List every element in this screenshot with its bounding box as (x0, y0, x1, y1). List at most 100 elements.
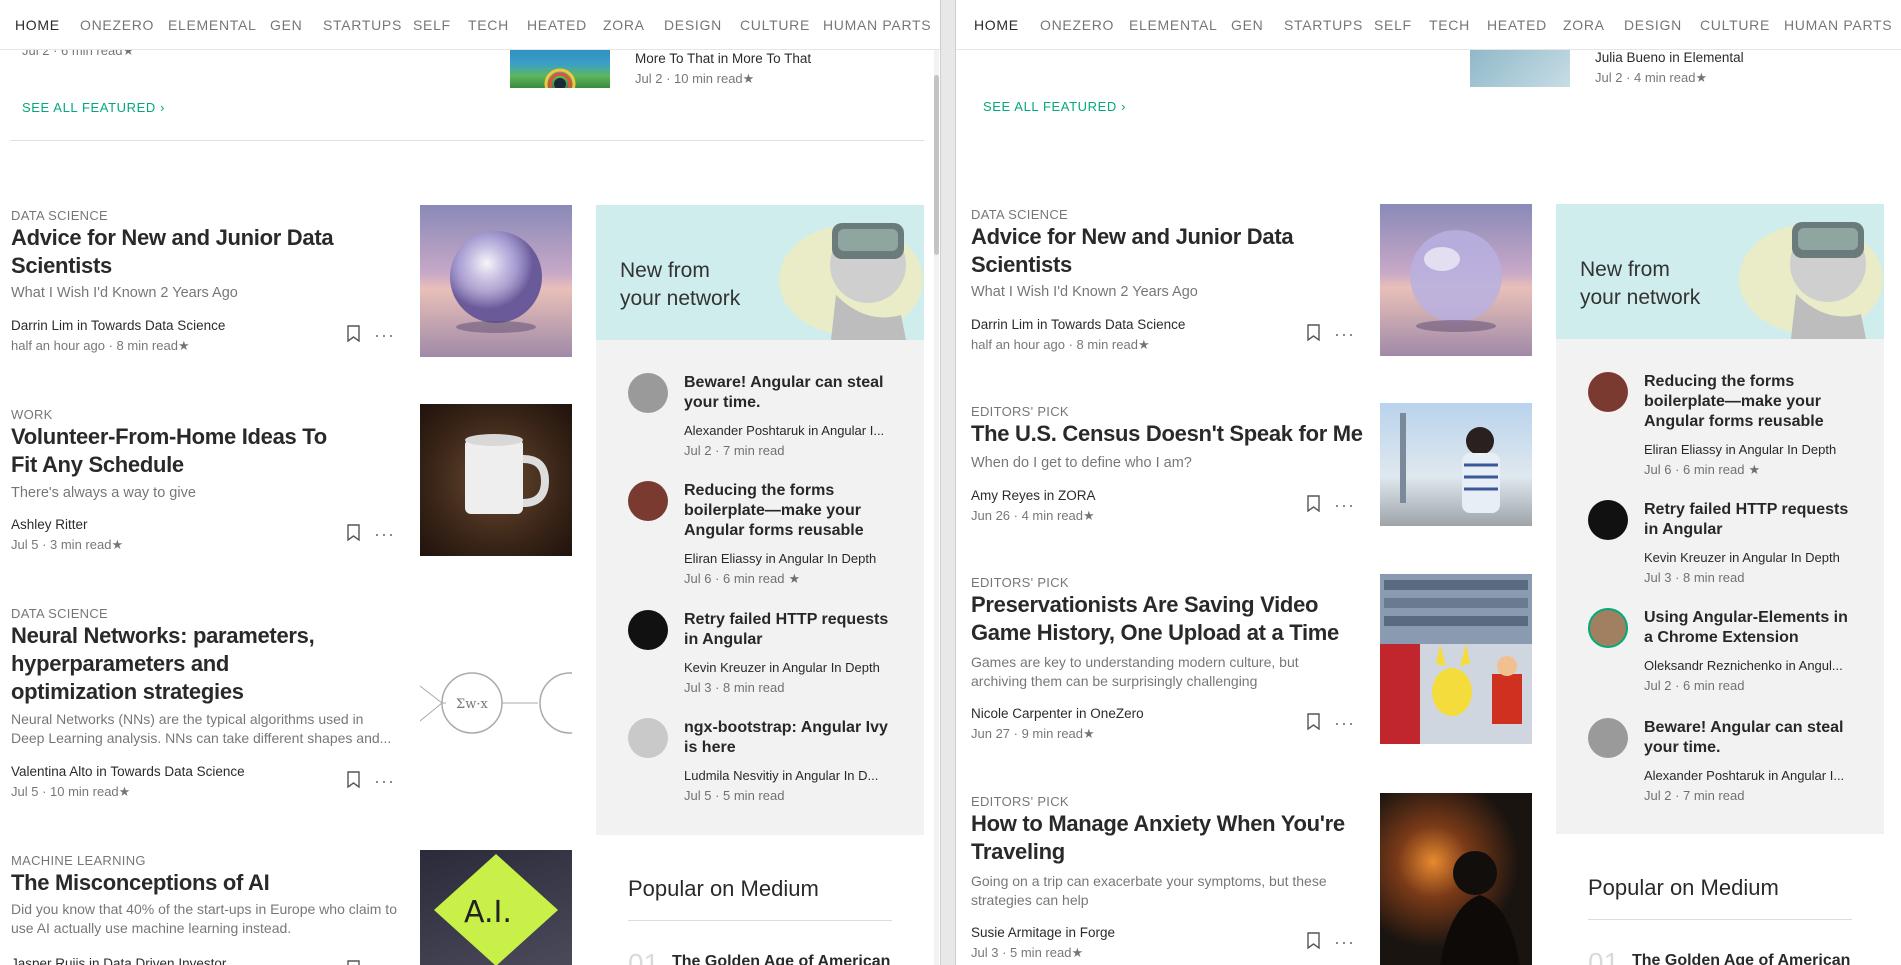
network-item-title[interactable]: Retry failed HTTP requests in Angular (1644, 500, 1854, 540)
featured-thumbnail[interactable] (1470, 48, 1570, 87)
article-author[interactable]: Darrin Lim in Towards Data Science (11, 318, 225, 333)
more-options-icon[interactable]: ··· (374, 772, 395, 790)
bookmark-icon[interactable] (1307, 495, 1320, 512)
nav-culture[interactable]: CULTURE (1700, 17, 1770, 33)
featured-author[interactable]: More To That in More To That (635, 51, 811, 66)
nav-elemental[interactable]: ELEMENTAL (168, 17, 257, 33)
article-thumbnail[interactable] (1380, 574, 1532, 744)
article-title[interactable]: Neural Networks: parameters, hyperparame… (11, 622, 351, 706)
nav-onezero[interactable]: ONEZERO (80, 17, 154, 33)
article-thumbnail[interactable] (1380, 403, 1532, 526)
article-title[interactable]: Advice for New and Junior Data Scientist… (971, 223, 1311, 279)
nav-self[interactable]: SELF (413, 17, 451, 33)
article-author[interactable]: Nicole Carpenter in OneZero (971, 706, 1144, 721)
featured-author[interactable]: Julia Bueno in Elemental (1595, 50, 1744, 65)
nav-elemental[interactable]: ELEMENTAL (1129, 17, 1218, 33)
article-thumbnail[interactable] (420, 404, 572, 556)
nav-onezero[interactable]: ONEZERO (1040, 17, 1114, 33)
bookmark-icon[interactable] (1307, 932, 1320, 949)
nav-tech[interactable]: TECH (468, 17, 509, 33)
article-author[interactable]: Darrin Lim in Towards Data Science (971, 317, 1185, 332)
article-thumbnail[interactable] (420, 205, 572, 357)
article-meta: Jun 26 · 4 min read★ (971, 508, 1095, 523)
network-item-title[interactable]: ngx-bootstrap: Angular Ivy is here (684, 718, 894, 758)
network-item-meta: Jul 6 · 6 min read ★ (1644, 462, 1761, 477)
article-author[interactable]: Valentina Alto in Towards Data Science (11, 764, 245, 779)
crystal-ball-image (1410, 230, 1502, 332)
network-item-title[interactable]: Reducing the forms boilerplate—make your… (684, 481, 894, 541)
article-title[interactable]: Advice for New and Junior Data Scientist… (11, 224, 351, 280)
more-options-icon[interactable]: ··· (374, 525, 395, 543)
network-item-author[interactable]: Alexander Poshtaruk in Angular I... (684, 423, 894, 438)
article-title[interactable]: How to Manage Anxiety When You're Travel… (971, 810, 1351, 866)
nav-zora[interactable]: ZORA (1563, 17, 1605, 33)
article-title[interactable]: The U.S. Census Doesn't Speak for Me (971, 420, 1391, 448)
bookmark-icon[interactable] (347, 325, 360, 342)
network-item-author[interactable]: Alexander Poshtaruk in Angular I... (1644, 768, 1854, 783)
nav-home[interactable]: HOME (974, 17, 1019, 33)
article-kicker: EDITORS' PICK (971, 575, 1069, 590)
network-item-author[interactable]: Eliran Eliassy in Angular In Depth (1644, 442, 1854, 457)
nav-self[interactable]: SELF (1374, 17, 1412, 33)
bookmark-icon[interactable] (347, 524, 360, 541)
nav-zora[interactable]: ZORA (603, 17, 645, 33)
more-options-icon[interactable]: ··· (1334, 325, 1355, 343)
avatar (1588, 718, 1628, 758)
network-item-title[interactable]: Retry failed HTTP requests in Angular (684, 610, 894, 650)
article-author[interactable]: Jasper Ruijs in Data Driven Investor (11, 956, 226, 965)
article-subtitle: What I Wish I'd Known 2 Years Ago (971, 284, 1198, 300)
network-item-title[interactable]: Beware! Angular can steal your time. (684, 373, 894, 413)
nav-design[interactable]: DESIGN (664, 17, 722, 33)
bookmark-icon[interactable] (1307, 713, 1320, 730)
more-options-icon[interactable]: ··· (1334, 496, 1355, 514)
article-author[interactable]: Susie Armitage in Forge (971, 925, 1115, 940)
popular-title[interactable]: The Golden Age of American (672, 953, 890, 965)
popular-heading: Popular on Medium (1588, 875, 1779, 900)
bookmark-icon[interactable] (347, 771, 360, 788)
nav-human-parts[interactable]: HUMAN PARTS (823, 17, 931, 33)
article-author[interactable]: Ashley Ritter (11, 517, 88, 532)
featured-thumbnail[interactable] (510, 48, 610, 88)
article-subtitle: There's always a way to give (11, 485, 196, 501)
nav-startups[interactable]: STARTUPS (323, 17, 402, 33)
network-item-author[interactable]: Oleksandr Reznichenko in Angul... (1644, 658, 1854, 673)
article-thumbnail[interactable]: Σw·x (420, 651, 572, 756)
nav-home[interactable]: HOME (15, 17, 60, 33)
crystal-ball-image (450, 231, 542, 333)
bookmark-icon[interactable] (347, 960, 360, 965)
nav-startups[interactable]: STARTUPS (1284, 17, 1363, 33)
network-item-author[interactable]: Kevin Kreuzer in Angular In Depth (1644, 550, 1854, 565)
article-title[interactable]: Preservationists Are Saving Video Game H… (971, 591, 1371, 647)
network-item-title[interactable]: Beware! Angular can steal your time. (1644, 718, 1854, 758)
network-item-meta: Jul 5 · 5 min read (684, 788, 785, 803)
nav-heated[interactable]: HEATED (1487, 17, 1547, 33)
nav-heated[interactable]: HEATED (527, 17, 587, 33)
article-thumbnail[interactable]: A.I. (420, 850, 572, 965)
nav-gen[interactable]: GEN (1231, 17, 1263, 33)
popular-title[interactable]: The Golden Age of American (1632, 952, 1850, 965)
article-title[interactable]: Volunteer-From-Home Ideas To Fit Any Sch… (11, 423, 351, 479)
scrollbar-thumb[interactable] (934, 75, 939, 255)
article-title[interactable]: The Misconceptions of AI (11, 869, 351, 897)
article-author[interactable]: Amy Reyes in ZORA (971, 488, 1096, 503)
network-item-author[interactable]: Kevin Kreuzer in Angular In Depth (684, 660, 894, 675)
more-options-icon[interactable]: ··· (1334, 714, 1355, 732)
article-thumbnail[interactable] (1380, 204, 1532, 356)
see-all-featured-link[interactable]: SEE ALL FEATURED › (983, 99, 1126, 114)
more-options-icon[interactable]: ··· (1334, 933, 1355, 951)
network-item-title[interactable]: Reducing the forms boilerplate—make your… (1644, 372, 1854, 432)
pane-splitter[interactable] (940, 0, 956, 965)
nav-gen[interactable]: GEN (270, 17, 302, 33)
nav-culture[interactable]: CULTURE (740, 17, 810, 33)
bookmark-icon[interactable] (1307, 324, 1320, 341)
network-item-author[interactable]: Ludmila Nesvitiy in Angular In D... (684, 768, 894, 783)
nav-tech[interactable]: TECH (1429, 17, 1470, 33)
nav-human-parts[interactable]: HUMAN PARTS (1784, 17, 1892, 33)
see-all-featured-link[interactable]: SEE ALL FEATURED › (22, 100, 165, 115)
nav-design[interactable]: DESIGN (1624, 17, 1682, 33)
more-options-icon[interactable]: ··· (374, 326, 395, 344)
network-item-title[interactable]: Using Angular-Elements in a Chrome Exten… (1644, 608, 1854, 648)
article-thumbnail[interactable] (1380, 793, 1532, 965)
network-item-author[interactable]: Eliran Eliassy in Angular In Depth (684, 551, 894, 566)
star-icon: ★ (1137, 337, 1150, 352)
